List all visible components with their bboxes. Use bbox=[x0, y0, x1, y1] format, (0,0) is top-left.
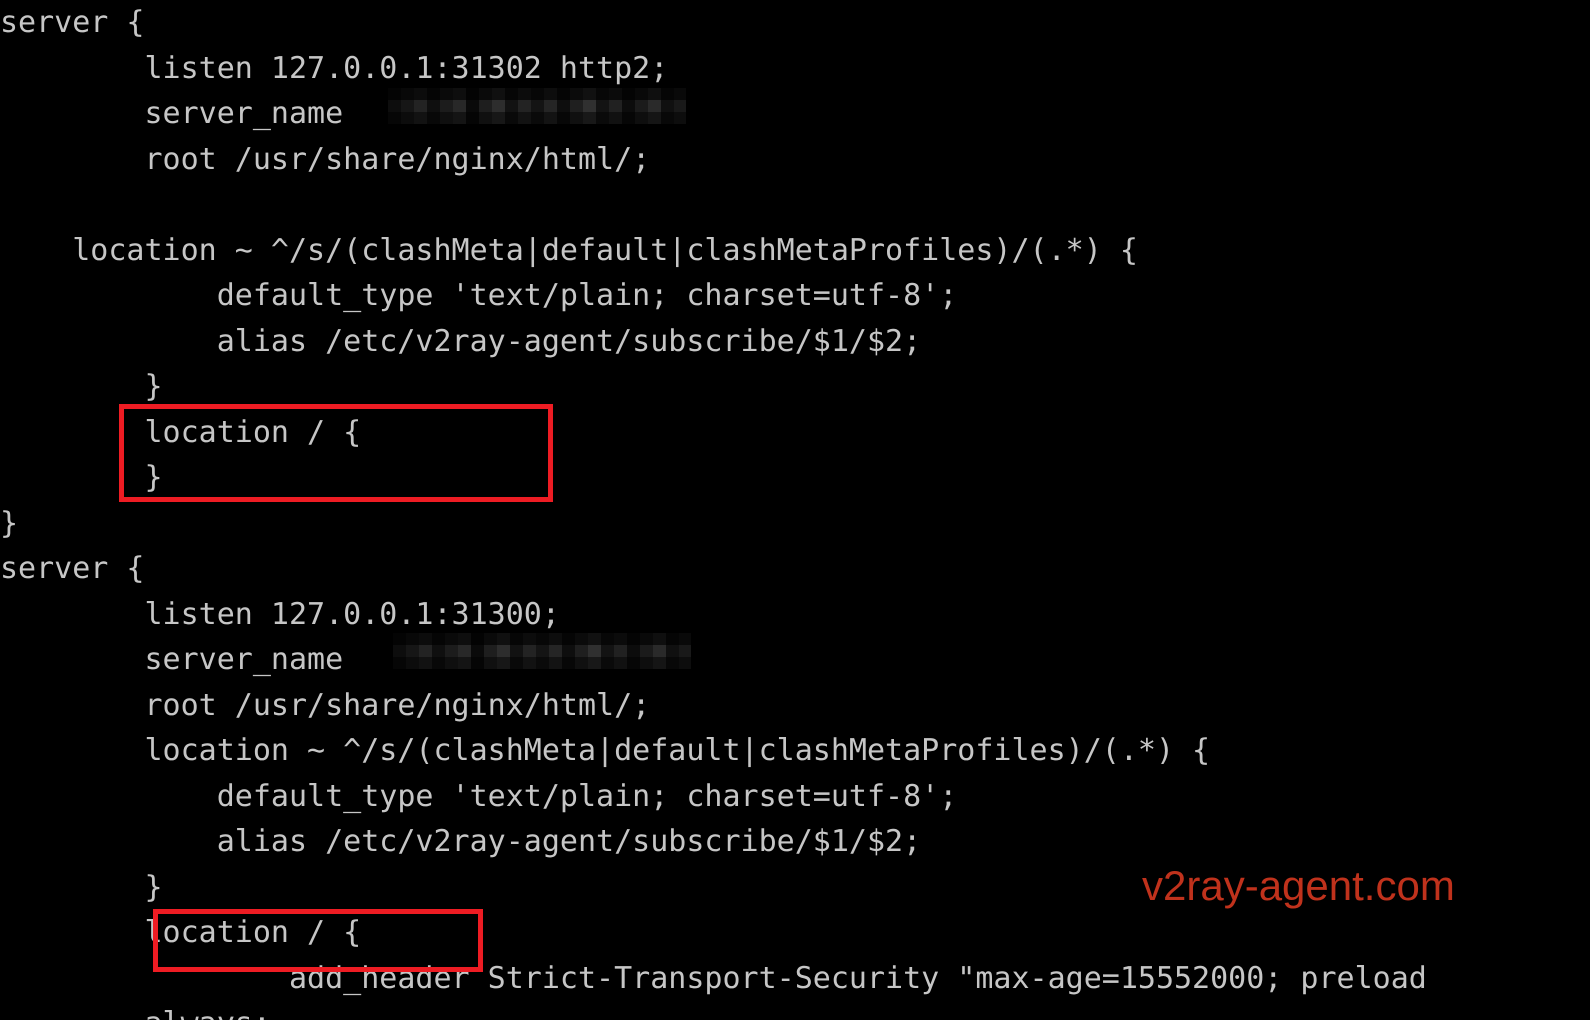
code-line: listen 127.0.0.1:31300; bbox=[0, 596, 560, 632]
code-line: location ~ ^/s/(clashMeta|default|clashM… bbox=[0, 733, 1211, 768]
code-line: server_name bbox=[0, 96, 362, 131]
code-line: always; bbox=[0, 1001, 1590, 1020]
code-line: server { bbox=[0, 5, 145, 40]
code-line: server { bbox=[0, 551, 145, 586]
code-line: location / { bbox=[0, 915, 362, 950]
code-line: server_name bbox=[0, 642, 362, 677]
code-line: } bbox=[0, 505, 19, 541]
code-line: location ~ ^/s/(clashMeta|default|clashM… bbox=[0, 232, 1138, 268]
terminal-screen: server { listen 127.0.0.1:31302 http2; s… bbox=[0, 0, 1590, 1020]
watermark-v2ray-agent: v2ray-agent.com bbox=[1142, 862, 1455, 909]
code-line: } bbox=[0, 460, 163, 495]
code-line: location / { bbox=[0, 414, 362, 450]
code-line: default_type 'text/plain; charset=utf-8'… bbox=[0, 278, 958, 313]
code-line: alias /etc/v2ray-agent/subscribe/$1/$2; bbox=[0, 824, 922, 859]
code-line: default_type 'text/plain; charset=utf-8'… bbox=[0, 778, 958, 814]
code-line: root /usr/share/nginx/html/; bbox=[0, 687, 651, 723]
code-line: } bbox=[0, 369, 163, 404]
code-line: alias /etc/v2ray-agent/subscribe/$1/$2; bbox=[0, 323, 922, 359]
code-line: add_header Strict-Transport-Security "ma… bbox=[0, 960, 1427, 996]
code-line: listen 127.0.0.1:31302 http2; bbox=[0, 50, 669, 86]
code-line: root /usr/share/nginx/html/; bbox=[0, 141, 651, 177]
